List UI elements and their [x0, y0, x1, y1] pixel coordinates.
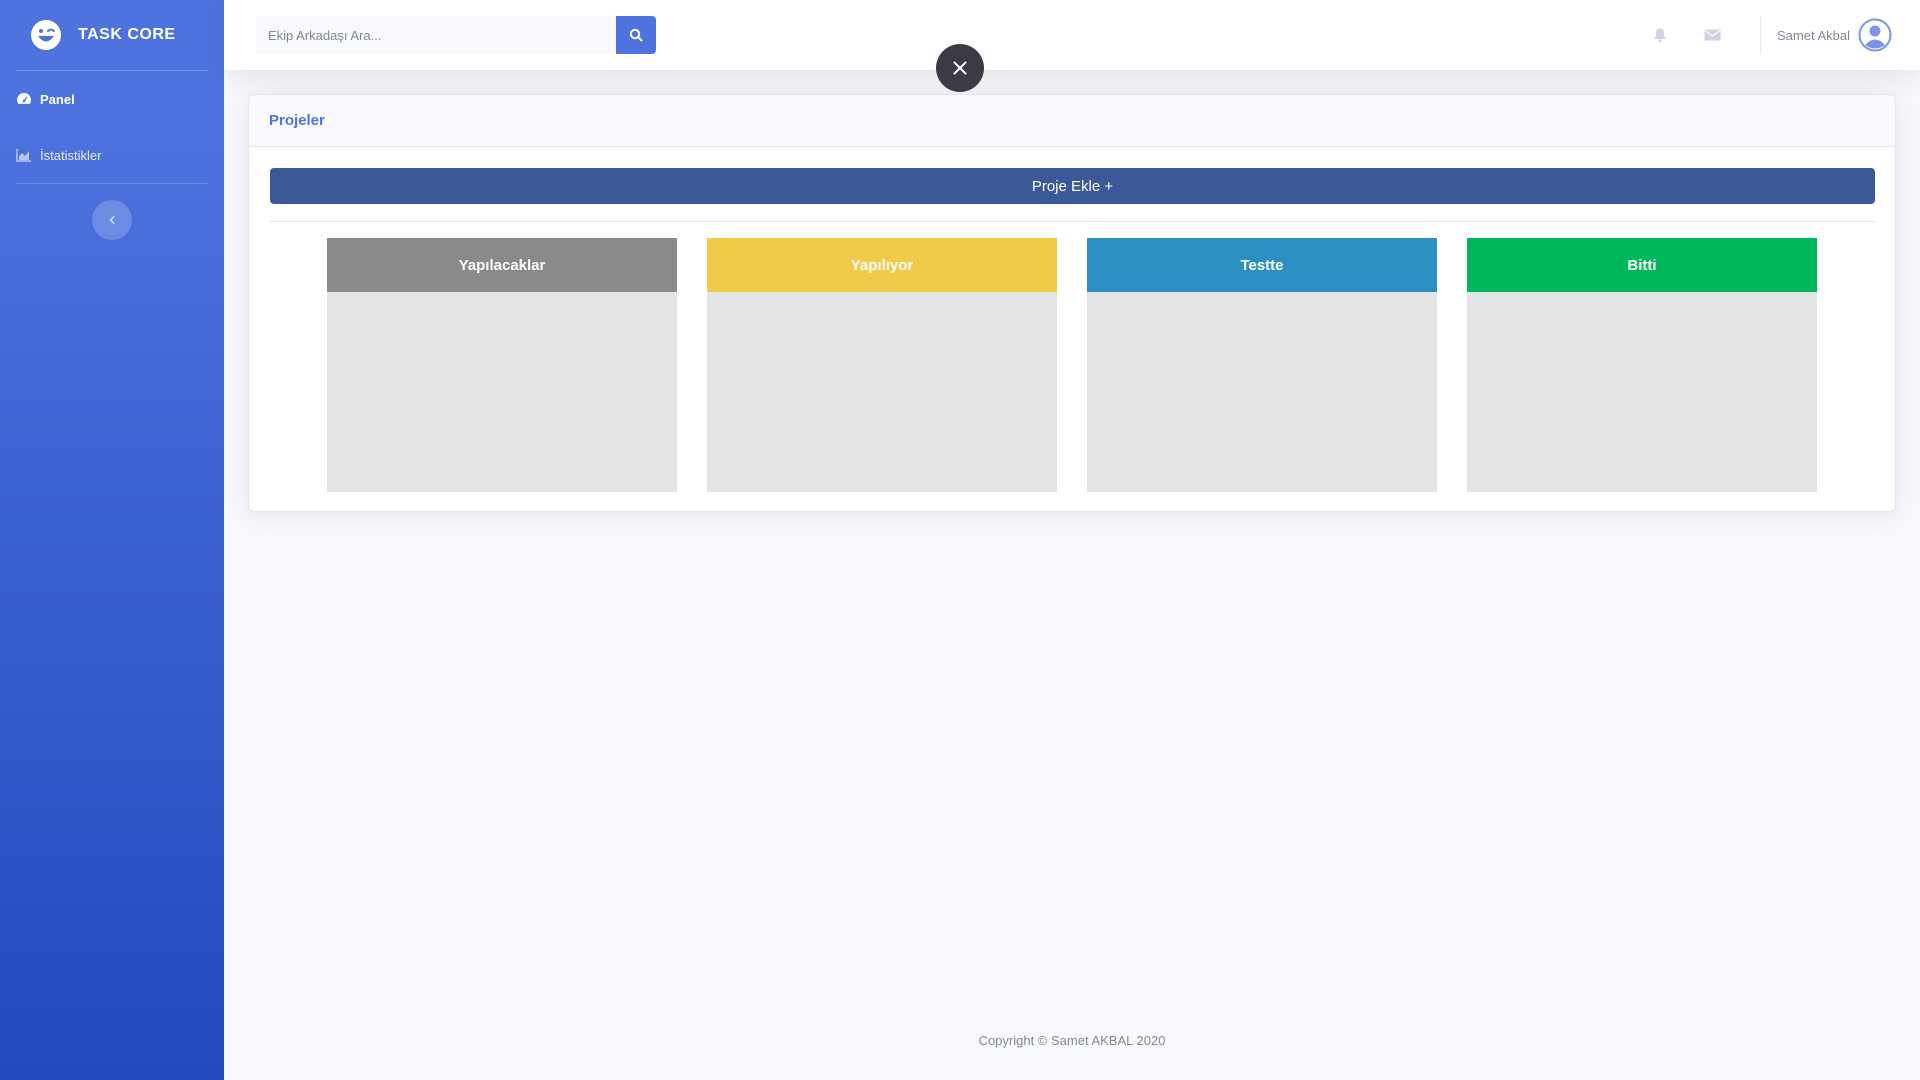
close-icon	[953, 61, 967, 75]
column-header: Yapılıyor	[707, 238, 1057, 292]
card-divider	[270, 221, 1875, 222]
close-button[interactable]	[936, 44, 984, 92]
footer-copyright: Copyright © Samet AKBAL 2020	[978, 1033, 1166, 1048]
column-header: Bitti	[1467, 238, 1817, 292]
user-menu[interactable]: Samet Akbal	[1777, 18, 1892, 52]
user-name: Samet Akbal	[1777, 27, 1850, 43]
column-dropzone[interactable]	[1087, 292, 1437, 492]
column-dropzone[interactable]	[327, 292, 677, 492]
laugh-wink-icon	[31, 20, 61, 50]
search-icon	[629, 28, 643, 42]
column-header: Yapılacaklar	[327, 238, 677, 292]
search-button[interactable]	[616, 16, 656, 54]
column-dropzone[interactable]	[1467, 292, 1817, 492]
topbar-divider	[1760, 16, 1761, 54]
add-project-button[interactable]: Proje Ekle +	[270, 168, 1875, 204]
search-input[interactable]	[256, 16, 616, 54]
projects-card: Projeler Proje Ekle + Yapılacaklar Yapıl…	[248, 94, 1896, 512]
tachometer-icon	[17, 93, 31, 104]
sidebar-item-panel[interactable]: Panel	[0, 71, 224, 127]
sidebar-divider	[16, 183, 208, 184]
search-group	[256, 16, 656, 54]
sidebar-item-istatistikler[interactable]: İstatistikler	[0, 127, 224, 183]
user-avatar-icon	[1858, 18, 1892, 52]
kanban-column-todo: Yapılacaklar	[327, 238, 677, 492]
brand-name: TASK CORE	[78, 26, 176, 43]
column-dropzone[interactable]	[707, 292, 1057, 492]
sidebar-item-label: Panel	[40, 91, 75, 107]
chevron-left-icon	[109, 216, 115, 224]
topbar-right: Samet Akbal	[1634, 0, 1920, 70]
topbar: Samet Akbal	[224, 0, 1920, 70]
alerts-button[interactable]	[1634, 27, 1686, 43]
chart-area-icon	[16, 149, 31, 162]
kanban-column-testing: Testte	[1087, 238, 1437, 492]
sidebar: TASK CORE Panel İstatistikler	[0, 0, 224, 1080]
kanban-columns: Yapılacaklar Yapılıyor Testte Bitti	[327, 238, 1817, 492]
sidebar-toggle-button[interactable]	[92, 200, 132, 240]
column-header: Testte	[1087, 238, 1437, 292]
messages-button[interactable]	[1686, 28, 1738, 42]
card-title: Projeler	[269, 112, 325, 129]
card-header: Projeler	[249, 95, 1895, 147]
sidebar-item-label: İstatistikler	[40, 147, 102, 163]
envelope-icon	[1704, 29, 1720, 41]
kanban-column-in-progress: Yapılıyor	[707, 238, 1057, 492]
kanban-column-done: Bitti	[1467, 238, 1817, 492]
bell-icon	[1654, 28, 1666, 43]
brand[interactable]: TASK CORE	[0, 0, 224, 70]
